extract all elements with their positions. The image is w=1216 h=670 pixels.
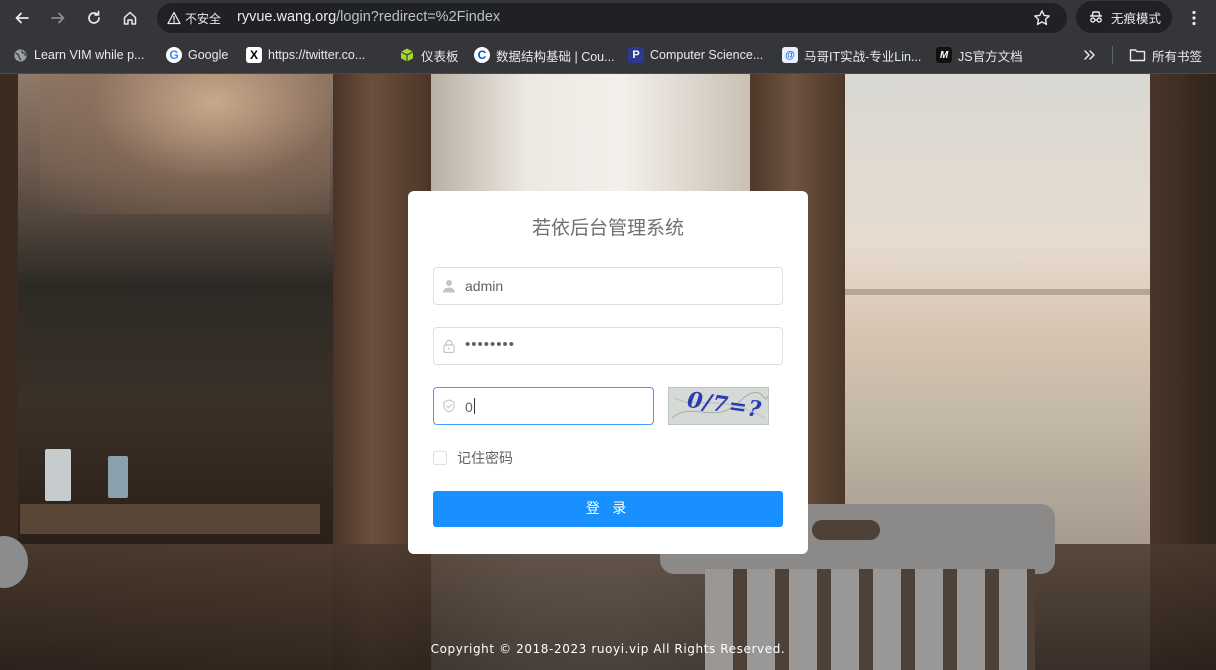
home-button[interactable] bbox=[117, 5, 143, 31]
kebab-menu-icon bbox=[1192, 10, 1196, 26]
url-path: /login?redirect=%2Findex bbox=[336, 9, 501, 25]
mdn-icon: M bbox=[936, 47, 952, 63]
security-chip[interactable]: 不安全 bbox=[163, 7, 229, 29]
back-button[interactable] bbox=[9, 5, 35, 31]
username-field[interactable]: admin bbox=[433, 267, 783, 305]
x-icon: X bbox=[246, 47, 262, 63]
remember-label: 记住密码 bbox=[457, 451, 513, 467]
all-bookmarks-button[interactable]: 所有书签 bbox=[1129, 45, 1202, 65]
bookmark-label: Learn VIM while p... bbox=[34, 48, 145, 62]
url-host: ryvue.wang.org bbox=[237, 9, 337, 25]
captcha-code-field[interactable]: 0 bbox=[433, 387, 654, 425]
login-page: 若依后台管理系统 admin •••••••• 0 0/7=? 记住密码 登 录… bbox=[0, 74, 1216, 670]
p-icon: P bbox=[628, 47, 644, 63]
bookmark-item[interactable]: @ 马哥IT实战-专业Lin... bbox=[782, 45, 921, 65]
home-icon bbox=[123, 11, 137, 25]
password-value: •••••••• bbox=[465, 336, 516, 353]
copyright-footer: Copyright © 2018-2023 ruoyi.vip All Righ… bbox=[430, 642, 786, 656]
captcha-image[interactable]: 0/7=? bbox=[668, 387, 769, 425]
bookmark-item[interactable]: C 数据结构基础 | Cou... bbox=[474, 45, 615, 65]
cube-icon bbox=[399, 47, 415, 63]
bookmark-label: 马哥IT实战-专业Lin... bbox=[804, 49, 922, 64]
remember-me[interactable]: 记住密码 bbox=[433, 448, 513, 468]
bookmark-item[interactable]: P Computer Science... bbox=[628, 45, 763, 65]
bookmark-item[interactable]: Learn VIM while p... bbox=[12, 45, 144, 65]
login-button[interactable]: 登 录 bbox=[433, 491, 783, 527]
folder-icon bbox=[1129, 49, 1146, 62]
security-label: 不安全 bbox=[185, 11, 222, 26]
lock-icon bbox=[443, 339, 455, 353]
coursera-icon: C bbox=[474, 47, 490, 63]
password-field[interactable]: •••••••• bbox=[433, 327, 783, 365]
incognito-icon bbox=[1090, 11, 1102, 23]
globe-icon bbox=[12, 47, 28, 63]
all-bookmarks-label: 所有书签 bbox=[1152, 49, 1203, 64]
bookmark-label: https://twitter.co... bbox=[268, 48, 366, 62]
bookmark-item[interactable]: 仪表板 bbox=[399, 45, 459, 65]
bookmark-label: Google bbox=[188, 48, 229, 62]
forward-button[interactable] bbox=[45, 5, 71, 31]
reload-icon bbox=[88, 10, 100, 24]
incognito-chip[interactable]: 无痕模式 bbox=[1076, 1, 1172, 33]
bookmarks-divider bbox=[1112, 46, 1113, 64]
bookmark-label: 仪表板 bbox=[421, 49, 459, 64]
browser-menu-button[interactable] bbox=[1182, 5, 1206, 31]
login-title: 若依后台管理系统 bbox=[531, 217, 684, 239]
incognito-label: 无痕模式 bbox=[1111, 11, 1162, 26]
mage-icon: @ bbox=[782, 47, 798, 63]
shield-check-icon bbox=[443, 399, 455, 413]
bookmark-label: Computer Science... bbox=[650, 48, 764, 62]
captcha-code-value: 0 bbox=[465, 398, 475, 415]
remember-checkbox[interactable] bbox=[433, 451, 447, 465]
bookmark-item[interactable]: X https://twitter.co... bbox=[246, 45, 365, 65]
warning-icon bbox=[167, 11, 181, 25]
url-text[interactable]: ryvue.wang.org/login?redirect=%2Findex bbox=[237, 9, 500, 25]
bookmark-star-icon[interactable] bbox=[1033, 9, 1051, 27]
more-bookmarks-button[interactable] bbox=[1082, 45, 1096, 65]
bookmark-item[interactable]: G Google bbox=[166, 45, 228, 65]
reload-button[interactable] bbox=[81, 5, 107, 31]
google-icon: G bbox=[166, 47, 182, 63]
bookmarks-bar: Learn VIM while p... G Google X https://… bbox=[0, 36, 1216, 74]
arrow-left-icon bbox=[15, 12, 29, 24]
bookmark-label: JS官方文档 bbox=[958, 49, 1023, 64]
login-form: 若依后台管理系统 admin •••••••• 0 0/7=? 记住密码 登 录 bbox=[408, 191, 808, 554]
double-chevron-right-icon bbox=[1084, 50, 1095, 60]
username-value: admin bbox=[465, 278, 504, 294]
user-icon bbox=[443, 280, 455, 293]
bookmark-label: 数据结构基础 | Cou... bbox=[496, 49, 615, 64]
bookmark-item[interactable]: M JS官方文档 bbox=[936, 45, 1023, 65]
arrow-right-icon bbox=[51, 12, 65, 24]
browser-toolbar: 不安全 ryvue.wang.org/login?redirect=%2Find… bbox=[0, 0, 1216, 36]
address-bar[interactable]: 不安全 ryvue.wang.org/login?redirect=%2Find… bbox=[157, 3, 1067, 33]
text-caret bbox=[473, 398, 475, 414]
